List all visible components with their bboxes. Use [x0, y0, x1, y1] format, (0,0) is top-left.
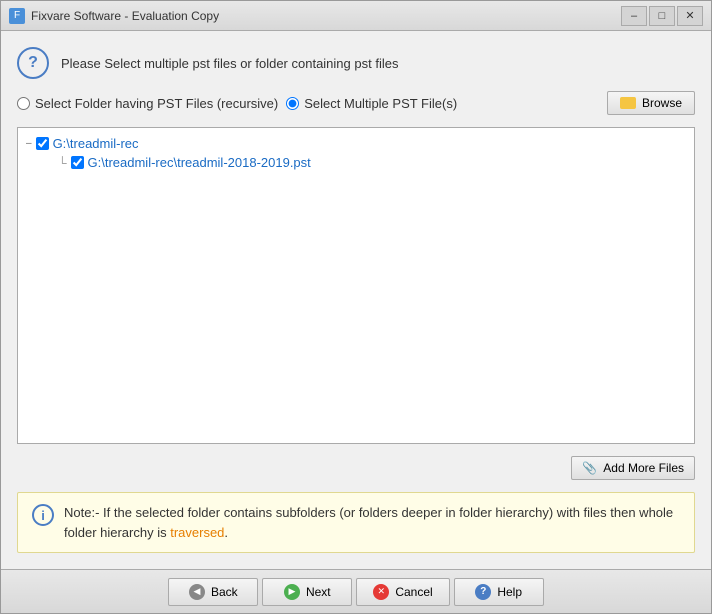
back-label: Back: [211, 585, 238, 599]
tree-child-item: └ G:\treadmil-rec\treadmil-2018-2019.pst: [58, 155, 686, 170]
back-button[interactable]: ◀ Back: [168, 578, 258, 606]
note-info-icon: i: [32, 504, 54, 526]
help-label: Help: [497, 585, 522, 599]
add-pin-icon: 📎: [582, 461, 597, 475]
header-row: ? Please Select multiple pst files or fo…: [17, 47, 695, 79]
main-window: F Fixvare Software - Evaluation Copy – □…: [0, 0, 712, 614]
file-tree-area: – G:\treadmil-rec └ G:\treadmil-rec\trea…: [17, 127, 695, 444]
note-text-after: .: [224, 525, 228, 540]
radio-multiple-label: Select Multiple PST File(s): [304, 96, 457, 111]
radio-multiple-option[interactable]: Select Multiple PST File(s): [286, 96, 457, 111]
add-files-row: 📎 Add More Files: [17, 456, 695, 480]
folder-icon: [620, 97, 636, 109]
cancel-icon: ✕: [373, 584, 389, 600]
note-text-before: Note:- If the selected folder contains s…: [64, 505, 673, 540]
note-area: i Note:- If the selected folder contains…: [17, 492, 695, 553]
help-icon: ?: [475, 584, 491, 600]
child-path-link[interactable]: G:\treadmil-rec\treadmil-2018-2019.pst: [88, 155, 311, 170]
note-text: Note:- If the selected folder contains s…: [64, 503, 680, 542]
root-path-link[interactable]: G:\treadmil-rec: [53, 136, 139, 151]
radio-row: Select Folder having PST Files (recursiv…: [17, 91, 695, 115]
radio-folder-label: Select Folder having PST Files (recursiv…: [35, 96, 278, 111]
footer: ◀ Back ▶ Next ✕ Cancel ? Help: [1, 569, 711, 613]
window-title: Fixvare Software - Evaluation Copy: [31, 9, 621, 23]
header-text: Please Select multiple pst files or fold…: [61, 56, 398, 71]
cancel-label: Cancel: [395, 585, 432, 599]
add-more-files-button[interactable]: 📎 Add More Files: [571, 456, 695, 480]
close-button[interactable]: ✕: [677, 6, 703, 26]
radio-multiple-input[interactable]: [286, 97, 299, 110]
minimize-button[interactable]: –: [621, 6, 647, 26]
next-button[interactable]: ▶ Next: [262, 578, 352, 606]
help-button[interactable]: ? Help: [454, 578, 544, 606]
radio-folder-option[interactable]: Select Folder having PST Files (recursiv…: [17, 96, 278, 111]
add-files-label: Add More Files: [603, 461, 684, 475]
content-area: ? Please Select multiple pst files or fo…: [1, 31, 711, 569]
note-highlight: traversed: [170, 525, 224, 540]
browse-button[interactable]: Browse: [607, 91, 695, 115]
tree-root-item: – G:\treadmil-rec: [26, 136, 686, 151]
tree-root: – G:\treadmil-rec └ G:\treadmil-rec\trea…: [26, 136, 686, 170]
tree-line-icon: └: [58, 156, 67, 170]
title-bar: F Fixvare Software - Evaluation Copy – □…: [1, 1, 711, 31]
app-icon: F: [9, 8, 25, 24]
next-label: Next: [306, 585, 331, 599]
expand-icon[interactable]: –: [26, 138, 32, 149]
next-icon: ▶: [284, 584, 300, 600]
browse-label: Browse: [642, 96, 682, 110]
window-controls: – □ ✕: [621, 6, 703, 26]
maximize-button[interactable]: □: [649, 6, 675, 26]
cancel-button[interactable]: ✕ Cancel: [356, 578, 449, 606]
root-checkbox[interactable]: [36, 137, 49, 150]
back-icon: ◀: [189, 584, 205, 600]
header-info-icon: ?: [17, 47, 49, 79]
radio-folder-input[interactable]: [17, 97, 30, 110]
child-checkbox[interactable]: [71, 156, 84, 169]
